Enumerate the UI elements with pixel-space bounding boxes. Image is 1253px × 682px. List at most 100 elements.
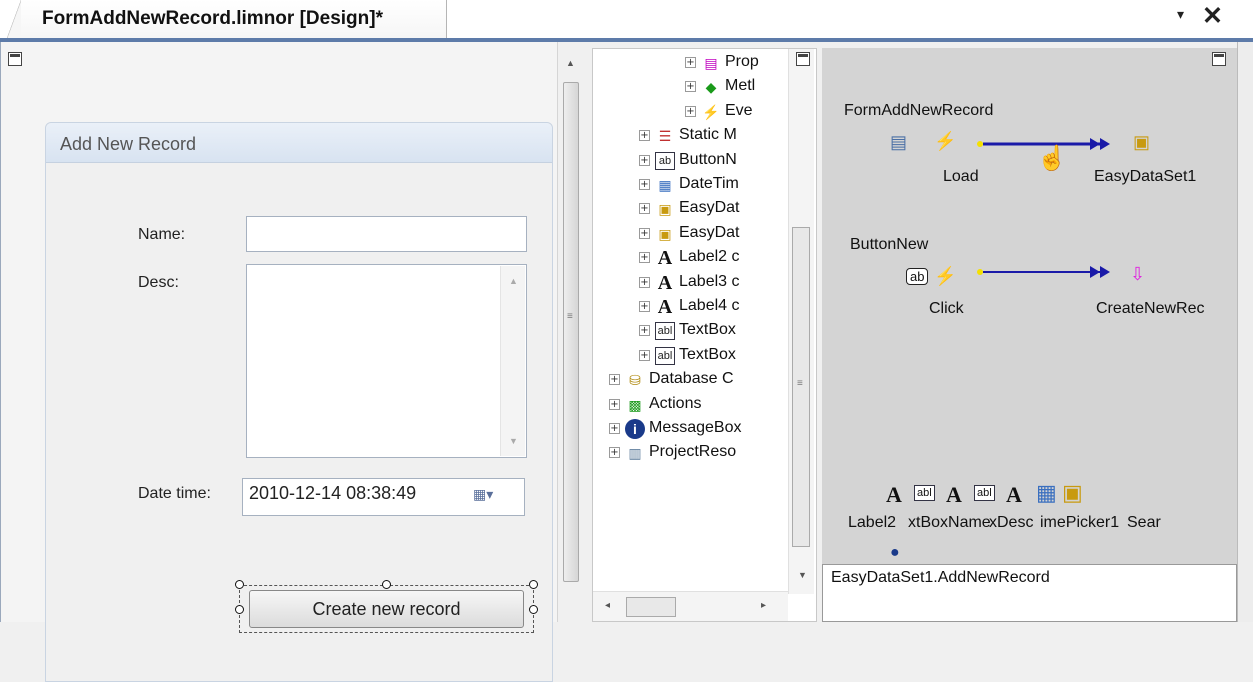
expand-icon[interactable]: + [685,81,696,93]
tree-item[interactable]: + ◆ Metl [593,75,788,100]
tree-horizontal-scrollbar[interactable]: ◂ ▸ [593,591,788,621]
tree-item-label: Static M [679,126,737,144]
dataset-icon[interactable]: ▣ [1133,132,1150,153]
scrollbar-thumb[interactable]: ≡ [792,227,810,547]
tree-item[interactable]: + ▦ DateTim [593,173,788,198]
expand-icon[interactable]: + [639,203,650,215]
scroll-right-icon[interactable]: ▸ [761,600,766,611]
tab-dropdown-icon[interactable]: ▾ [1177,6,1184,23]
label-icon[interactable]: A [1006,482,1022,508]
tree-item-label: TextBox [679,345,736,363]
datetime-picker-icon[interactable]: ▦ [1036,480,1057,506]
resources-icon: ▥ [628,445,642,462]
form-title: Add New Record [60,134,197,154]
scroll-left-icon[interactable]: ◂ [605,600,610,611]
tree-item[interactable]: + ☰ Static M [593,124,788,149]
tree-item[interactable]: + abl TextBox [593,319,788,344]
tree-item-label: Prop [725,53,759,70]
tree-vertical-scrollbar[interactable]: ≡ ▼ [788,49,814,594]
click-link-arrow[interactable] [972,262,1122,282]
event-lightning-icon[interactable]: ⚡ [934,266,956,287]
button-icon[interactable]: ab [906,268,929,285]
expand-icon[interactable]: + [639,325,650,337]
tree-item-label: Label4 c [679,297,740,314]
expand-icon[interactable]: + [609,374,620,386]
desc-scrollbar[interactable]: ▲ ▼ [500,266,525,456]
method-icon[interactable]: ⇩ [1130,264,1145,285]
tree-item-label: Label2 c [679,248,740,266]
expand-icon[interactable]: + [639,349,650,361]
dataset-icon: ▣ [658,201,672,218]
resize-handle[interactable] [529,605,538,614]
action-description-box[interactable]: EasyDataSet1.AddNewRecord [822,564,1237,622]
resize-handle[interactable] [235,580,244,589]
expand-icon[interactable]: + [685,57,696,68]
expand-icon[interactable]: + [639,130,650,142]
textbox-icon[interactable]: abl [974,485,995,501]
button-node-label: ButtonNew [850,236,929,253]
tree-item-label: EasyDat [679,223,740,241]
scroll-down-icon[interactable]: ▼ [798,570,807,580]
resize-handle[interactable] [235,605,244,614]
resize-handle[interactable] [382,580,391,589]
expand-icon[interactable]: + [639,227,650,239]
component-label: xDesc [989,514,1034,531]
textbox-icon: abl [655,346,675,365]
scrollbar-thumb[interactable] [626,597,676,617]
resize-handle[interactable] [529,580,538,589]
expand-icon[interactable]: + [639,252,650,264]
expand-icon[interactable]: + [609,398,620,410]
scroll-up-icon[interactable]: ▲ [566,58,575,68]
event-lightning-icon[interactable]: ⚡ [934,131,956,152]
tree-item[interactable]: + ▣ EasyDat [593,222,788,247]
scroll-up-icon[interactable]: ▲ [509,276,518,286]
info-icon[interactable]: ● [890,544,900,562]
desc-label: Desc: [138,274,179,291]
tree-item[interactable]: + i MessageBox [593,417,788,442]
textbox-icon[interactable]: abl [914,485,935,501]
form-icon[interactable]: ▤ [890,132,907,153]
datetime-picker[interactable]: 2010-12-14 08:38:49 ▦▾ [242,478,525,516]
tree-item[interactable]: + A Label2 c [593,246,788,271]
tree-item[interactable]: + ▤ Prop [593,51,788,76]
datetime-value: 2010-12-14 08:38:49 [249,483,417,503]
tree-item[interactable]: + ⚡ Eve [593,100,788,125]
tree-item[interactable]: + ⛁ Database C [593,368,788,393]
scrollbar-thumb[interactable]: ≡ [563,82,579,582]
expand-icon[interactable]: + [685,105,696,117]
scroll-down-icon[interactable]: ▼ [509,436,518,446]
tree-item-label: Label3 c [679,272,740,290]
label-icon[interactable]: A [886,482,902,508]
expand-icon[interactable]: + [639,301,650,312]
tree-item[interactable]: + ▩ Actions [593,393,788,418]
label-icon[interactable]: A [946,482,962,508]
designer-window-icon[interactable] [8,52,22,66]
hand-cursor-icon: ☝ [1037,145,1067,172]
close-icon[interactable]: ✕ [1202,1,1223,31]
expand-icon[interactable]: + [609,423,620,434]
name-field[interactable] [246,216,527,252]
dataset-icon: ▣ [658,225,672,242]
tree-item[interactable]: + A Label4 c [593,295,788,320]
calendar-dropdown-icon[interactable]: ▦▾ [473,486,493,503]
designer-vertical-scrollbar[interactable]: ▲ ≡ [557,42,583,622]
document-tab[interactable]: FormAddNewRecord.limnor [Design]* [7,0,447,38]
tree-item[interactable]: + ▥ ProjectReso [593,441,788,466]
tree-window-icon[interactable] [796,52,810,66]
expand-icon[interactable]: + [639,154,650,166]
expand-icon[interactable]: + [609,447,620,459]
tree-item[interactable]: + A Label3 c [593,271,788,296]
desc-field[interactable]: ▲ ▼ [246,264,527,458]
tree-item[interactable]: + abl TextBox [593,344,788,369]
map-window-icon[interactable] [1212,52,1226,66]
tab-edge [7,0,21,38]
expand-icon[interactable]: + [639,276,650,288]
tree-item[interactable]: + ab ButtonN [593,149,788,174]
textbox-icon: abl [655,322,675,341]
expand-icon[interactable]: + [639,179,650,190]
dataset-node-label: EasyDataSet1 [1094,168,1197,185]
tree-item[interactable]: + ▣ EasyDat [593,197,788,222]
dataset-icon[interactable]: ▣ [1062,480,1083,506]
create-new-record-button[interactable]: Create new record [249,590,524,628]
tree-item-label: ProjectReso [649,443,737,461]
